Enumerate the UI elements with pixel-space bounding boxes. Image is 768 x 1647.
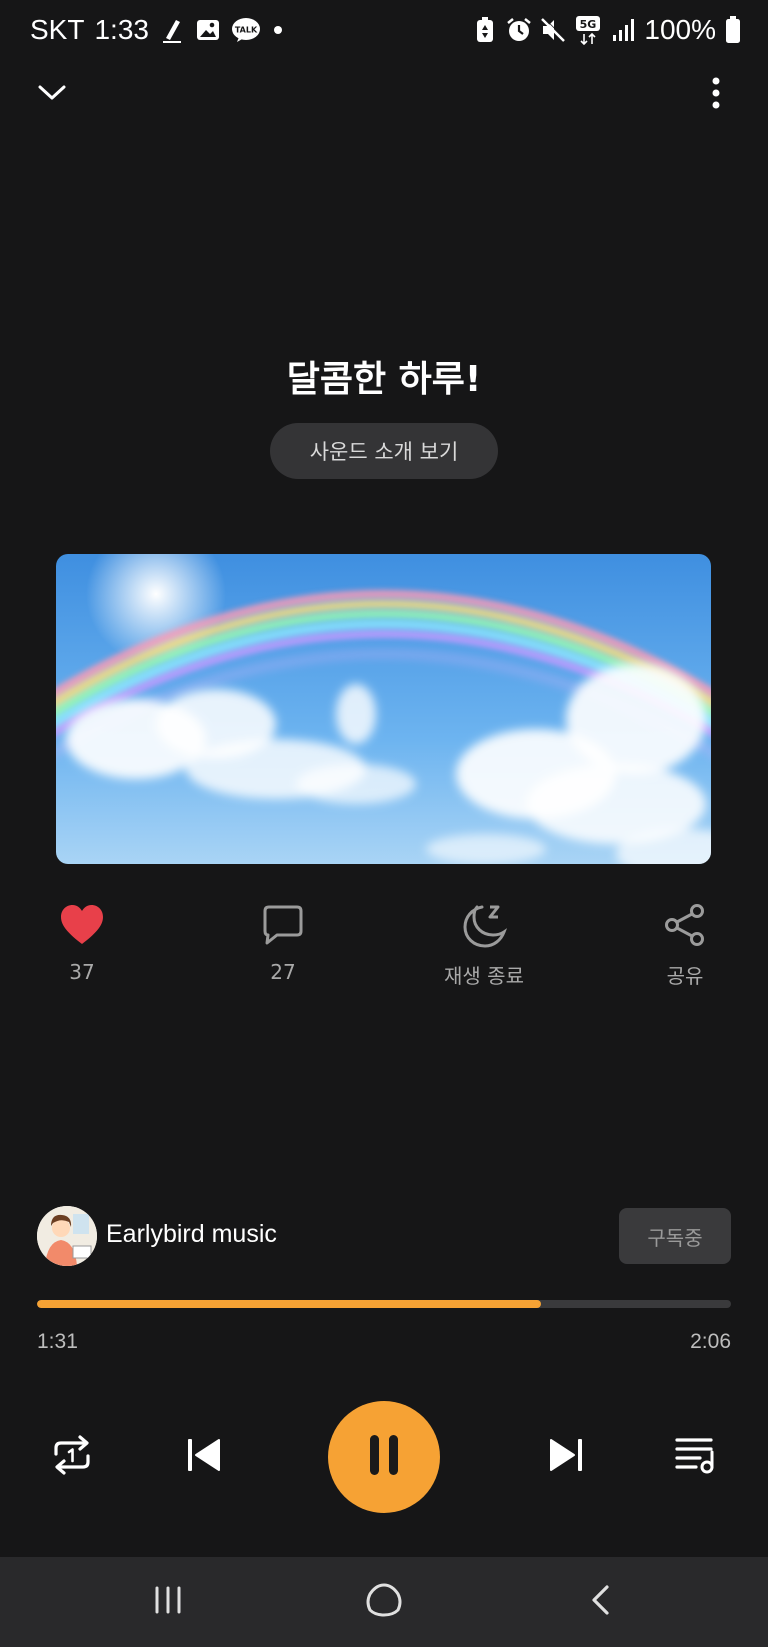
elapsed-time: 1:31 <box>37 1330 78 1353</box>
progress-bar[interactable] <box>37 1300 731 1308</box>
battery-icon <box>724 15 742 45</box>
network-label: 5G <box>580 18 597 31</box>
playlist-button[interactable] <box>668 1432 724 1482</box>
channel-row: Earlybird music 구독중 <box>37 1206 731 1268</box>
next-button[interactable] <box>538 1432 594 1482</box>
channel-avatar[interactable] <box>37 1206 97 1266</box>
pause-icon <box>368 1433 400 1481</box>
battery-percent: 100% <box>644 14 716 45</box>
back-icon <box>589 1584 611 1620</box>
progress-fill <box>37 1300 541 1308</box>
system-nav-bar <box>0 1557 768 1647</box>
recent-apps-icon <box>153 1586 183 1618</box>
signal-icon <box>610 15 636 45</box>
comment-button[interactable]: 27 <box>213 900 353 984</box>
total-duration: 2:06 <box>690 1330 731 1353</box>
share-label: 공유 <box>666 964 704 988</box>
status-bar-right: 5G 100% <box>472 14 742 46</box>
more-options-button[interactable] <box>688 67 744 123</box>
repeat-button[interactable] <box>44 1432 100 1482</box>
mute-icon <box>540 15 567 45</box>
status-bar-left: SKT 1:33 TALK <box>30 14 285 46</box>
carrier-label: SKT <box>30 14 85 45</box>
collapse-button[interactable] <box>24 67 80 123</box>
home-button[interactable] <box>354 1579 414 1625</box>
sound-intro-button[interactable]: 사운드 소개 보기 <box>270 423 498 479</box>
like-count: 37 <box>69 960 95 984</box>
previous-icon <box>185 1436 223 1478</box>
sleep-timer-button[interactable]: 재생 종료 <box>414 900 554 989</box>
previous-button[interactable] <box>176 1432 232 1482</box>
status-bar: SKT 1:33 TALK 5G 100% <box>0 0 768 64</box>
more-vertical-icon <box>711 77 721 113</box>
action-row: 37 27 재생 종료 공유 <box>0 900 768 1000</box>
subscribe-button[interactable]: 구독중 <box>619 1208 731 1264</box>
alarm-icon <box>506 15 532 45</box>
5g-icon: 5G <box>574 15 602 45</box>
moon-sleep-icon <box>459 900 509 950</box>
track-title: 달콤한 하루! <box>286 359 482 400</box>
chevron-down-icon <box>37 84 67 106</box>
kakaotalk-label: TALK <box>235 26 258 35</box>
battery-saver-icon <box>472 15 498 45</box>
back-button[interactable] <box>570 1579 630 1625</box>
pause-button[interactable] <box>328 1401 440 1513</box>
recent-apps-button[interactable] <box>138 1579 198 1625</box>
rainbow-sky-image <box>56 554 711 864</box>
track-artwork <box>56 554 711 864</box>
like-button[interactable]: 37 <box>12 900 152 984</box>
sleep-timer-label: 재생 종료 <box>444 964 524 988</box>
channel-name[interactable]: Earlybird music <box>106 1220 277 1249</box>
heart-icon <box>57 900 107 950</box>
pen-icon <box>159 15 185 45</box>
home-icon <box>365 1582 403 1622</box>
playlist-icon <box>674 1435 718 1479</box>
clock: 1:33 <box>94 14 149 45</box>
share-icon <box>660 900 710 950</box>
image-icon <box>195 15 221 45</box>
repeat-one-icon <box>50 1434 94 1480</box>
next-icon <box>547 1436 585 1478</box>
kakaotalk-icon: TALK <box>231 15 261 45</box>
player-screen: SKT 1:33 TALK 5G 100% 달콤한 하루! 사운드 소개 보기 … <box>0 0 768 1647</box>
comment-icon <box>258 900 308 950</box>
share-button[interactable]: 공유 <box>615 900 755 989</box>
dot-icon <box>271 15 285 45</box>
comment-count: 27 <box>270 960 296 984</box>
